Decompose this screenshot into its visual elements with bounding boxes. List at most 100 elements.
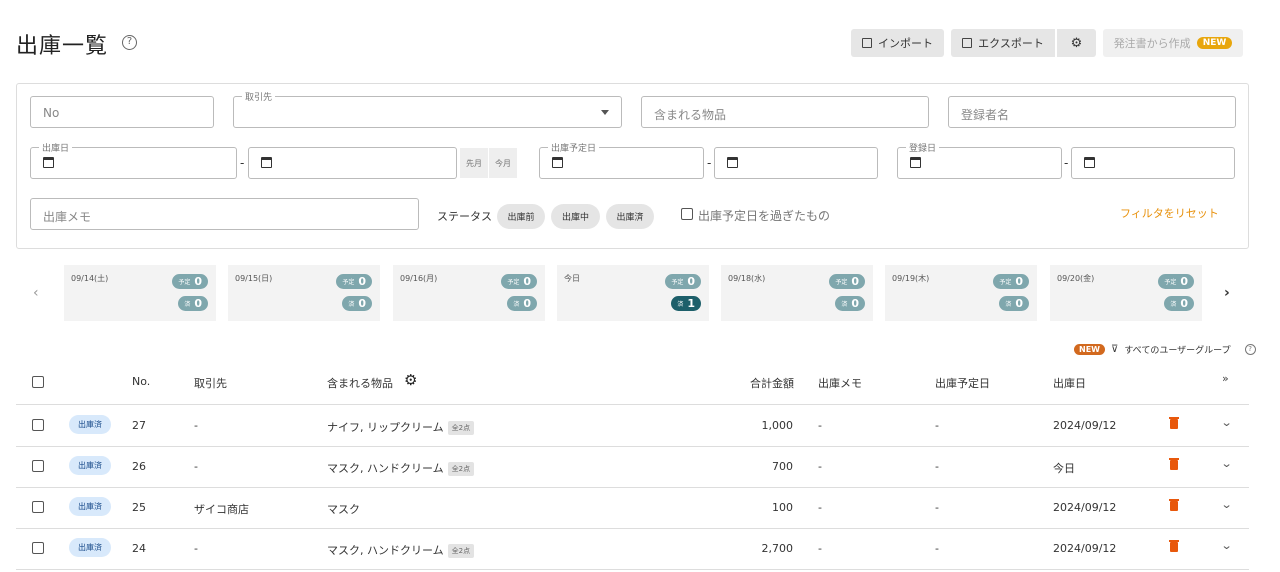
gear-icon: ⚙ <box>1070 35 1083 51</box>
registered-date-from[interactable]: 登録日 <box>897 141 1062 179</box>
overdue-checkbox[interactable] <box>681 208 693 220</box>
help-icon[interactable]: ? <box>1244 344 1256 355</box>
done-value: 0 <box>1180 297 1188 310</box>
row-no: 26 <box>132 460 146 473</box>
trash-icon[interactable] <box>1169 458 1179 470</box>
import-icon <box>862 38 872 48</box>
table-row[interactable]: 出庫済 26 - マスク, ハンドクリーム 全2点 700 - - 今日 ⌄ <box>16 446 1249 487</box>
chevron-down-icon[interactable]: ⌄ <box>1221 416 1233 429</box>
trash-icon[interactable] <box>1169 540 1179 552</box>
export-icon <box>962 38 973 48</box>
plan-label: 予定 <box>671 279 684 286</box>
planned-count-pill: 予定 0 <box>501 274 537 289</box>
calendar-day-card[interactable]: 09/15(日) 予定 0 済 0 <box>228 265 380 321</box>
col-items[interactable]: 含まれる物品 <box>327 375 393 391</box>
trash-icon[interactable] <box>1169 417 1179 429</box>
new-badge: NEW <box>1074 344 1105 355</box>
row-checkbox[interactable] <box>32 542 44 554</box>
day-date: 09/15(日) <box>235 274 273 283</box>
export-label: エクスポート <box>978 37 1044 50</box>
calendar-day-card[interactable]: 09/19(木) 予定 0 済 0 <box>885 265 1037 321</box>
ship-date-to[interactable] <box>248 147 457 179</box>
memo-input[interactable]: 出庫メモ <box>30 198 419 230</box>
col-customer[interactable]: 取引先 <box>194 375 227 391</box>
registrant-input[interactable]: 登録者名 <box>948 96 1236 128</box>
calendar-day-card[interactable]: 今日 予定 0 済 1 <box>557 265 709 321</box>
done-label: 済 <box>348 301 355 308</box>
ship-date-from[interactable]: 出庫日 <box>30 141 237 179</box>
help-icon[interactable]: ? <box>122 35 137 50</box>
col-memo[interactable]: 出庫メモ <box>818 375 862 391</box>
customer-select[interactable]: 取引先 <box>233 90 622 128</box>
create-from-order-button[interactable]: 発注書から作成 NEW <box>1103 29 1243 57</box>
day-date: 09/18(水) <box>728 274 766 283</box>
items-input[interactable]: 含まれる物品 <box>641 96 929 128</box>
planned-count-pill: 予定 0 <box>336 274 372 289</box>
row-items-text: マスク, ハンドクリーム <box>327 544 444 557</box>
chevron-down-icon[interactable]: ⌄ <box>1221 498 1233 511</box>
select-all-checkbox[interactable] <box>32 376 44 388</box>
planned-count-pill: 予定 0 <box>172 274 208 289</box>
chevron-down-icon[interactable]: ⌄ <box>1221 539 1233 552</box>
col-planned-date[interactable]: 出庫予定日 <box>935 375 990 391</box>
row-customer: ザイコ商店 <box>194 503 249 516</box>
chevron-down-icon[interactable]: ⌄ <box>1221 457 1233 470</box>
prev-month-button[interactable]: 先月 <box>460 148 488 178</box>
plan-label: 予定 <box>835 279 848 286</box>
prev-week-arrow[interactable]: ‹ <box>33 285 39 301</box>
planned-count-pill: 予定 0 <box>829 274 865 289</box>
planned-date-to[interactable] <box>714 147 878 179</box>
planned-date-from[interactable]: 出庫予定日 <box>539 141 704 179</box>
row-ship-date: 今日 <box>1053 462 1075 475</box>
row-checkbox[interactable] <box>32 419 44 431</box>
user-group-filter[interactable]: NEW ⊽ すべてのユーザーグループ ? <box>1074 343 1256 356</box>
calendar-day-card[interactable]: 09/14(土) 予定 0 済 0 <box>64 265 216 321</box>
table-row[interactable]: 出庫済 24 - マスク, ハンドクリーム 全2点 2,700 - - 2024/09/12 ⌄ <box>16 528 1249 569</box>
next-week-arrow[interactable]: › <box>1224 285 1230 301</box>
export-button[interactable]: エクスポート <box>951 29 1056 57</box>
settings-button[interactable]: ⚙ <box>1057 29 1096 57</box>
table-row[interactable]: 出庫済 25 ザイコ商店 マスク 100 - - 2024/09/12 ⌄ <box>16 487 1249 528</box>
col-total[interactable]: 合計金額 <box>750 375 794 391</box>
done-label: 済 <box>1170 301 1177 308</box>
plan-value: 0 <box>851 275 859 288</box>
registered-date-to[interactable] <box>1071 147 1235 179</box>
ship-date-legend: 出庫日 <box>39 141 73 154</box>
col-ship-date[interactable]: 出庫日 <box>1053 375 1086 391</box>
done-count-pill: 済0 <box>835 296 865 311</box>
done-count-pill: 済1 <box>671 296 701 311</box>
planned-count-pill: 予定 0 <box>665 274 701 289</box>
col-no[interactable]: No. <box>132 375 150 388</box>
row-total: 100 <box>772 501 793 514</box>
status-chip-done[interactable]: 出庫済 <box>606 204 654 229</box>
plan-label: 予定 <box>999 279 1012 286</box>
expand-all-icon[interactable]: » <box>1222 372 1229 385</box>
range-dash: - <box>1064 156 1069 170</box>
row-checkbox[interactable] <box>32 460 44 472</box>
row-memo: - <box>818 501 822 514</box>
planned-count-pill: 予定 0 <box>1158 274 1194 289</box>
done-count-pill: 済0 <box>342 296 372 311</box>
done-label: 済 <box>513 301 520 308</box>
plan-value: 0 <box>1015 275 1023 288</box>
no-input[interactable]: No <box>30 96 214 128</box>
table-row[interactable]: 出庫済 27 - ナイフ, リップクリーム 全2点 1,000 - - 2024/09/12 ⌄ <box>16 405 1249 446</box>
row-checkbox[interactable] <box>32 501 44 513</box>
status-chip-in-progress[interactable]: 出庫中 <box>551 204 600 229</box>
this-month-button[interactable]: 今月 <box>489 148 517 178</box>
plan-value: 0 <box>523 275 531 288</box>
trash-icon[interactable] <box>1169 499 1179 511</box>
calendar-day-card[interactable]: 09/18(水) 予定 0 済 0 <box>721 265 873 321</box>
status-chip-before[interactable]: 出庫前 <box>497 204 545 229</box>
import-button[interactable]: インポート <box>851 29 944 57</box>
chevron-down-icon <box>601 110 609 115</box>
planned-date-legend: 出庫予定日 <box>548 141 600 154</box>
items-placeholder: 含まれる物品 <box>654 108 727 122</box>
plan-value: 0 <box>1180 275 1188 288</box>
items-gear-icon[interactable]: ⚙ <box>404 371 417 389</box>
done-label: 済 <box>184 301 191 308</box>
calendar-day-card[interactable]: 09/16(月) 予定 0 済 0 <box>393 265 545 321</box>
reset-filter-link[interactable]: フィルタをリセット <box>1120 205 1219 221</box>
row-items-text: ナイフ, リップクリーム <box>327 421 444 434</box>
calendar-day-card[interactable]: 09/20(金) 予定 0 済 0 <box>1050 265 1202 321</box>
